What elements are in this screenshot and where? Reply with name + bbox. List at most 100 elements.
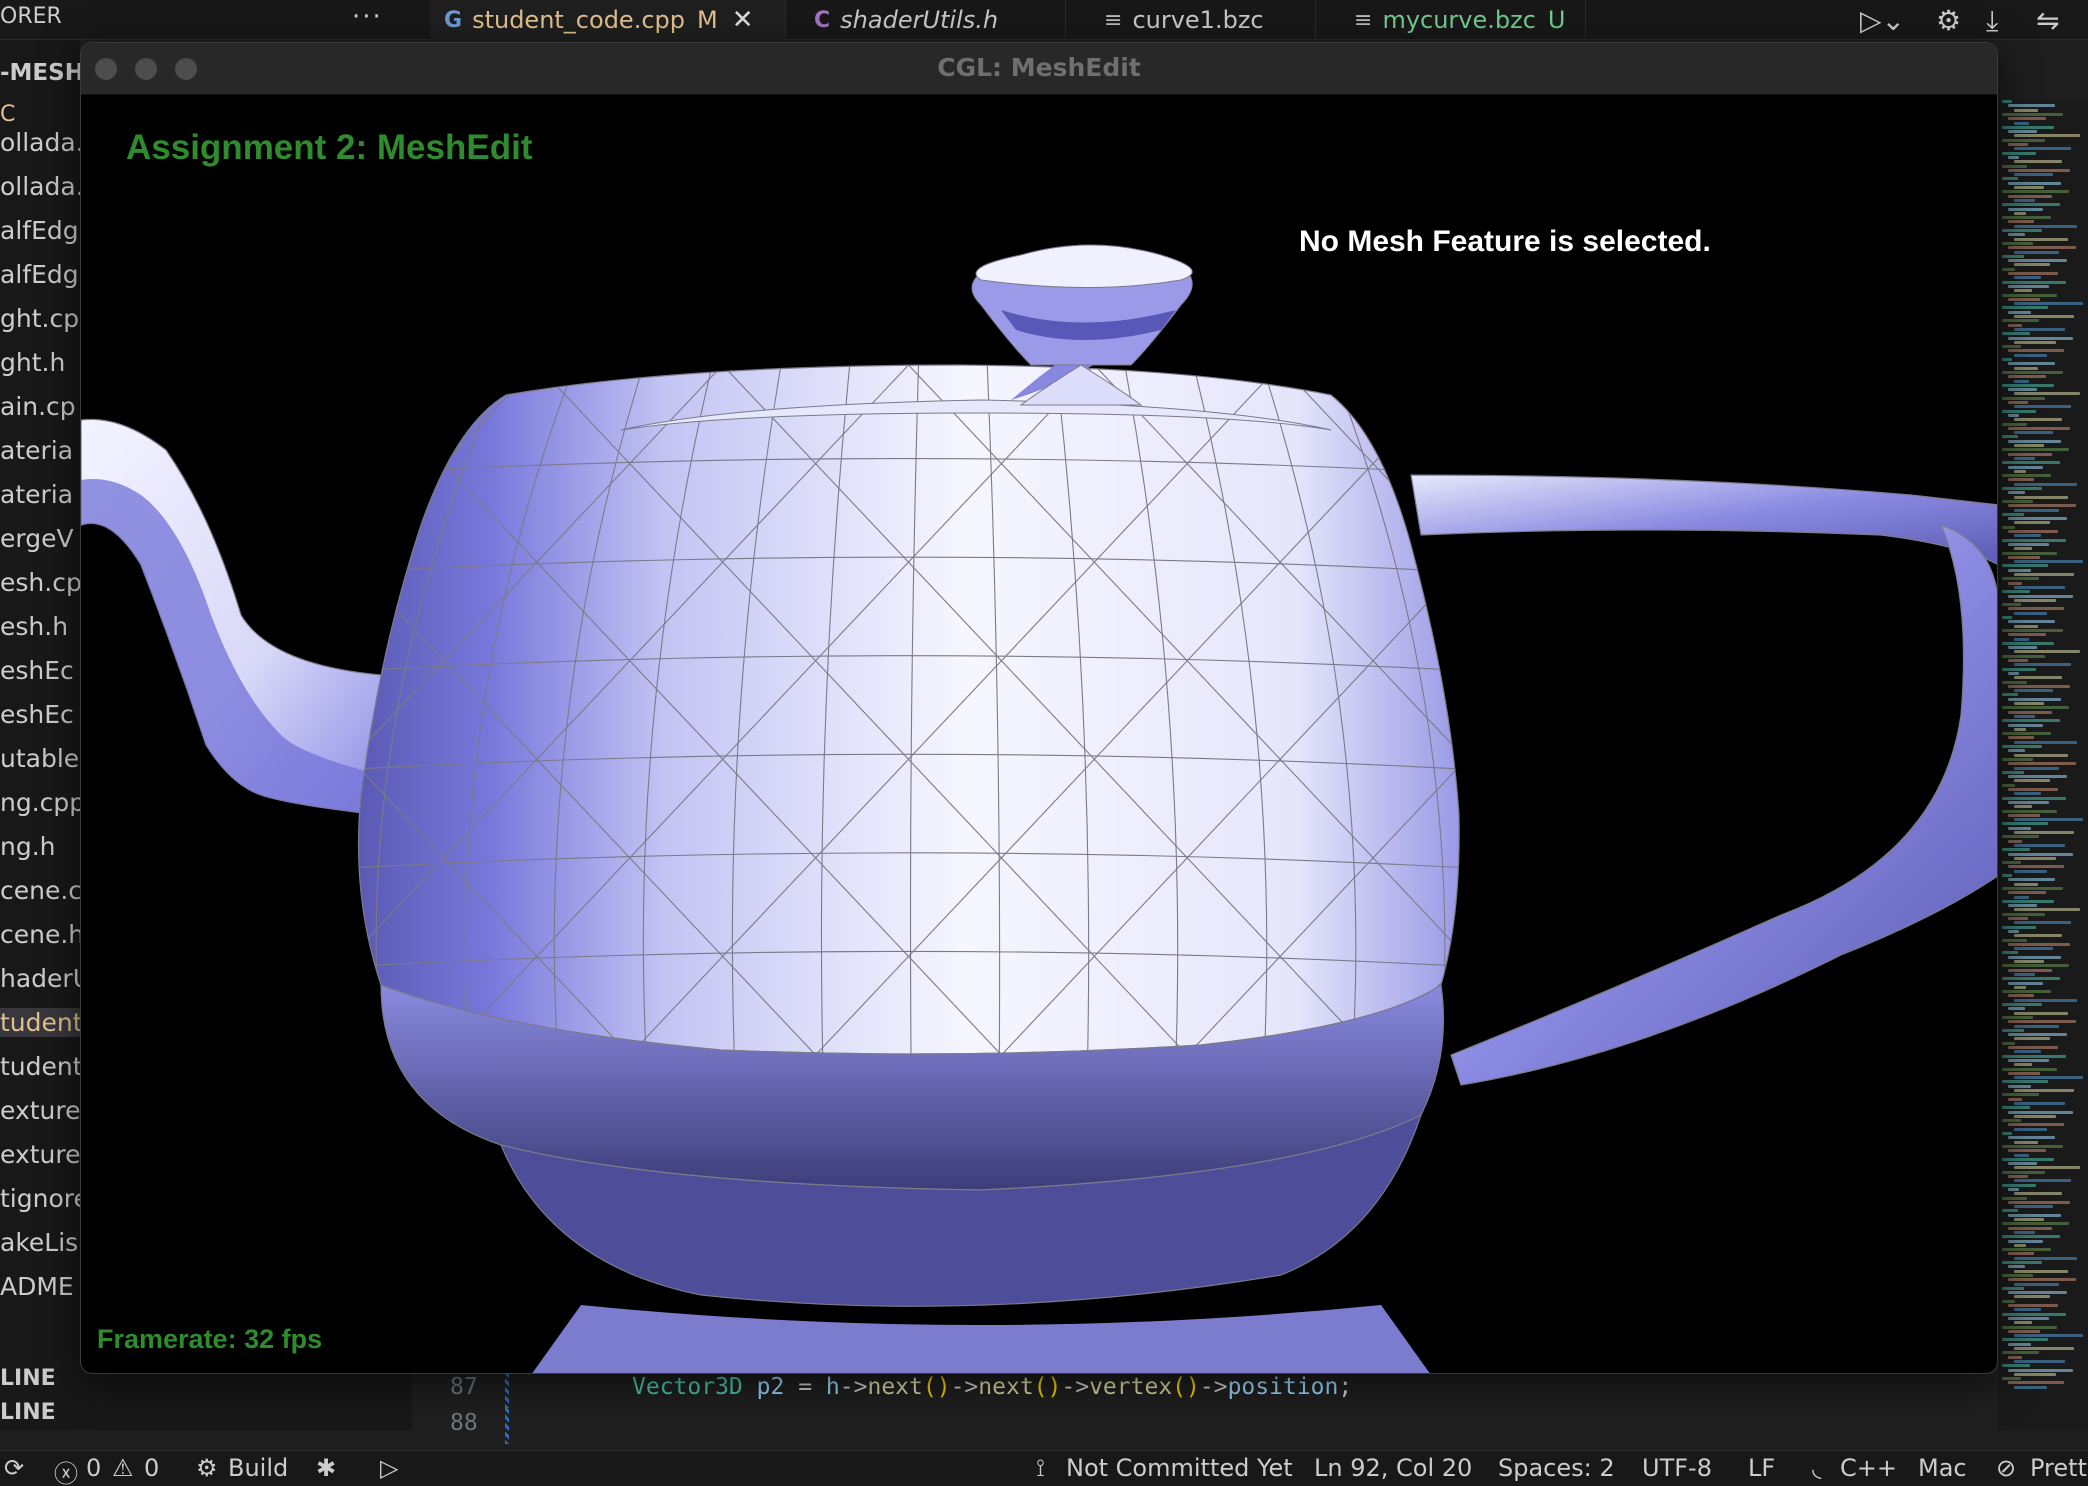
file-item[interactable]: eshEc xyxy=(0,700,74,729)
file-item[interactable]: ollada. xyxy=(0,128,80,157)
file-item[interactable]: ADME xyxy=(0,1272,74,1301)
minimap-line xyxy=(2008,904,2037,908)
file-item[interactable]: ng.cpp xyxy=(0,788,80,817)
close-icon[interactable]: ✕ xyxy=(732,5,754,35)
error-count[interactable]: 0 xyxy=(86,1454,101,1482)
teapot-handle-top xyxy=(1410,474,1997,565)
minimap-line xyxy=(2002,757,2033,761)
formatter-status[interactable]: Prett xyxy=(2030,1454,2087,1482)
file-item[interactable]: ergeV xyxy=(0,524,74,553)
code-token-arrow: -> xyxy=(1199,1374,1228,1400)
file-item[interactable]: ght.cp xyxy=(0,304,79,333)
file-item[interactable]: esh.h xyxy=(0,612,68,641)
file-item[interactable]: ng.h xyxy=(0,832,56,861)
file-item[interactable]: ain.cp xyxy=(0,392,76,421)
minimap-line xyxy=(2014,1347,2074,1350)
file-item[interactable]: exture. xyxy=(0,1096,80,1125)
minimap-line xyxy=(2014,1179,2071,1183)
file-item[interactable]: ollada. xyxy=(0,172,80,201)
minimap-line xyxy=(2002,267,2015,271)
debug-icon[interactable]: ✱ xyxy=(316,1454,336,1482)
compare-icon[interactable]: ⇋ xyxy=(2036,4,2059,37)
error-icon[interactable]: ⓧ xyxy=(54,1454,78,1486)
download-icon[interactable]: ⤓ xyxy=(1986,4,1998,38)
file-item[interactable]: akeLis xyxy=(0,1228,78,1257)
minimap-line xyxy=(2002,345,2021,349)
warning-icon[interactable]: ⚠ xyxy=(112,1454,134,1482)
minimap-line xyxy=(2002,1235,2060,1239)
minimap-line xyxy=(2002,100,2012,103)
minimap-line xyxy=(2014,315,2074,318)
git-commit-icon[interactable]: ⟟ xyxy=(1036,1454,1045,1482)
minimap-line xyxy=(2008,865,2064,869)
file-item[interactable]: alfEdg xyxy=(0,216,79,245)
gear-icon[interactable]: ⚙ xyxy=(1936,4,1961,37)
run-debug-icon[interactable]: ▷⌄ xyxy=(1860,4,1905,37)
cgl-meshedit-window[interactable]: CGL: MeshEdit Assignment 2: MeshEdit No … xyxy=(80,42,1998,1374)
minimap-line xyxy=(2014,263,2050,267)
code-token-var: p2 xyxy=(756,1374,785,1400)
minimap-line xyxy=(2008,1316,2049,1320)
file-item[interactable]: ght.h xyxy=(0,348,65,377)
explorer-more-button[interactable]: ··· xyxy=(352,2,383,32)
tab-label: shaderUtils.h xyxy=(840,6,999,34)
minimap-line xyxy=(2014,753,2068,757)
code-token-arrow: -> xyxy=(950,1374,979,1400)
platform[interactable]: Mac xyxy=(1918,1454,1967,1482)
tab-student-code[interactable]: G student_code.cpp M ✕ xyxy=(430,0,786,40)
minimap-line xyxy=(2002,254,2024,258)
minimap-line xyxy=(2014,972,2035,976)
sync-icon[interactable]: ⟳ xyxy=(4,1454,24,1482)
file-item[interactable]: ateria xyxy=(0,436,73,465)
tab-shader-utils[interactable]: C shaderUtils.h xyxy=(800,0,1066,40)
minimap-line xyxy=(2008,143,2028,146)
minimap-line xyxy=(2014,237,2068,241)
file-item[interactable]: eshEc xyxy=(0,656,74,685)
file-item[interactable]: utable xyxy=(0,744,79,773)
tab-curve1[interactable]: ≡ curve1.bzc xyxy=(1090,0,1316,40)
file-item[interactable]: tignore xyxy=(0,1184,80,1213)
minimap[interactable] xyxy=(1998,100,2088,1430)
window-titlebar[interactable]: CGL: MeshEdit xyxy=(81,43,1997,95)
minimap-line xyxy=(2014,740,2077,744)
indentation[interactable]: Spaces: 2 xyxy=(1498,1454,1615,1482)
minimap-line xyxy=(2014,1308,2041,1312)
folder-label[interactable]: -MESHE xyxy=(0,60,80,86)
file-item[interactable]: cene.h xyxy=(0,920,80,949)
file-item[interactable]: exture. xyxy=(0,1140,80,1169)
minimap-line xyxy=(2002,1119,2021,1123)
teapot-mesh-viewport[interactable] xyxy=(81,95,1998,1374)
minimap-line xyxy=(2002,216,2051,220)
file-item[interactable]: ateria xyxy=(0,480,73,509)
gear-icon[interactable]: ⚙ xyxy=(196,1454,218,1482)
git-blame-status[interactable]: Not Committed Yet xyxy=(1066,1454,1293,1482)
status-bar: ⟳ ⓧ 0 ⚠ 0 ⚙ Build ✱ ▷ ⟟ Not Committed Ye… xyxy=(0,1450,2088,1486)
minimap-line xyxy=(2014,766,2059,770)
file-item[interactable]: esh.cp xyxy=(0,568,80,597)
code-line[interactable]: Vector3D p2 = h->next()->next()->vertex(… xyxy=(632,1374,1352,1400)
teapot-knob-top xyxy=(975,244,1193,288)
minimap-line xyxy=(2008,749,2025,753)
minimap-line xyxy=(2008,362,2055,366)
file-item[interactable]: cene.c xyxy=(0,876,80,905)
minimap-line xyxy=(2002,848,2030,852)
tab-mycurve[interactable]: ≡ mycurve.bzc U xyxy=(1340,0,1586,40)
language-mode[interactable]: C++ xyxy=(1840,1454,1897,1482)
file-item[interactable]: tudent xyxy=(0,1052,80,1081)
run-icon[interactable]: ▷ xyxy=(380,1454,398,1482)
cursor-position[interactable]: Ln 92, Col 20 xyxy=(1314,1454,1472,1482)
minimap-line xyxy=(2014,521,2050,525)
timeline-section[interactable]: LINE xyxy=(0,1400,56,1425)
file-item[interactable]: tudent xyxy=(0,1008,80,1037)
minimap-line xyxy=(2014,1359,2065,1363)
minimap-line xyxy=(2008,710,2052,714)
file-item[interactable]: haderU xyxy=(0,964,80,993)
line-ending[interactable]: LF xyxy=(1748,1454,1775,1482)
file-item[interactable]: alfEdg xyxy=(0,260,79,289)
minimap-line xyxy=(2014,895,2029,899)
encoding[interactable]: UTF-8 xyxy=(1642,1454,1712,1482)
minimap-line xyxy=(2014,1321,2032,1325)
warning-count[interactable]: 0 xyxy=(144,1454,159,1482)
build-button[interactable]: Build xyxy=(228,1454,288,1482)
outline-section[interactable]: LINE xyxy=(0,1366,56,1391)
